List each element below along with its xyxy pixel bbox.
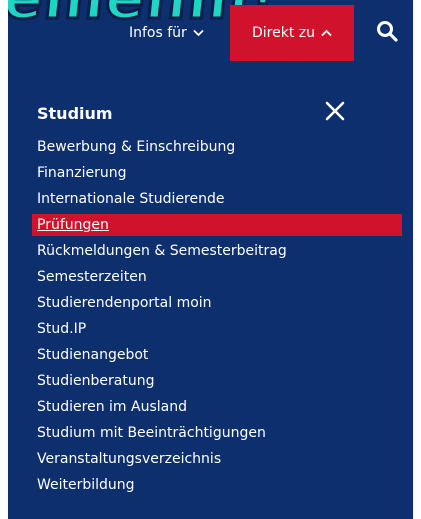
menu-title: Studium — [37, 104, 113, 123]
menu-item[interactable]: Semesterzeiten — [32, 266, 402, 288]
search-button[interactable] — [372, 18, 402, 48]
menu-item[interactable]: Studienangebot — [32, 344, 402, 366]
menu-item[interactable]: Studium mit Beeinträchtigungen — [32, 422, 402, 444]
direkt-zu-button[interactable]: Direkt zu — [230, 5, 354, 61]
top-bar: emehm! Infos für Direkt zu — [8, 0, 413, 90]
menu-item[interactable]: Weiterbildung — [32, 474, 402, 496]
menu-item[interactable]: Internationale Studierende — [32, 188, 402, 210]
infos-fuer-link[interactable]: Infos für — [129, 20, 204, 46]
direkt-zu-label: Direkt zu — [252, 25, 315, 41]
menu-item[interactable]: Studieren im Ausland — [32, 396, 402, 418]
close-icon — [324, 100, 346, 126]
navigation-panel: emehm! Infos für Direkt zu Studium — [8, 0, 413, 519]
menu-item[interactable]: Stud.IP — [32, 318, 402, 340]
infos-fuer-label: Infos für — [129, 25, 187, 41]
search-icon — [376, 20, 398, 46]
menu-item[interactable]: Studienberatung — [32, 370, 402, 392]
menu-item[interactable]: Studierendenportal moin — [32, 292, 402, 314]
chevron-up-icon — [321, 26, 332, 40]
menu-item[interactable]: Bewerbung & Einschreibung — [32, 136, 402, 158]
direkt-zu-menu: Studium Bewerbung & Einschreibung Finanzi… — [8, 90, 413, 519]
chevron-down-icon — [193, 26, 204, 40]
menu-item[interactable]: Finanzierung — [32, 162, 402, 184]
menu-item[interactable]: Prüfungen — [32, 214, 402, 236]
menu-item[interactable]: Veranstaltungsverzeichnis — [32, 448, 402, 470]
close-button[interactable] — [320, 98, 350, 128]
menu-item[interactable]: Rückmeldungen & Semesterbeitrag — [32, 240, 402, 262]
